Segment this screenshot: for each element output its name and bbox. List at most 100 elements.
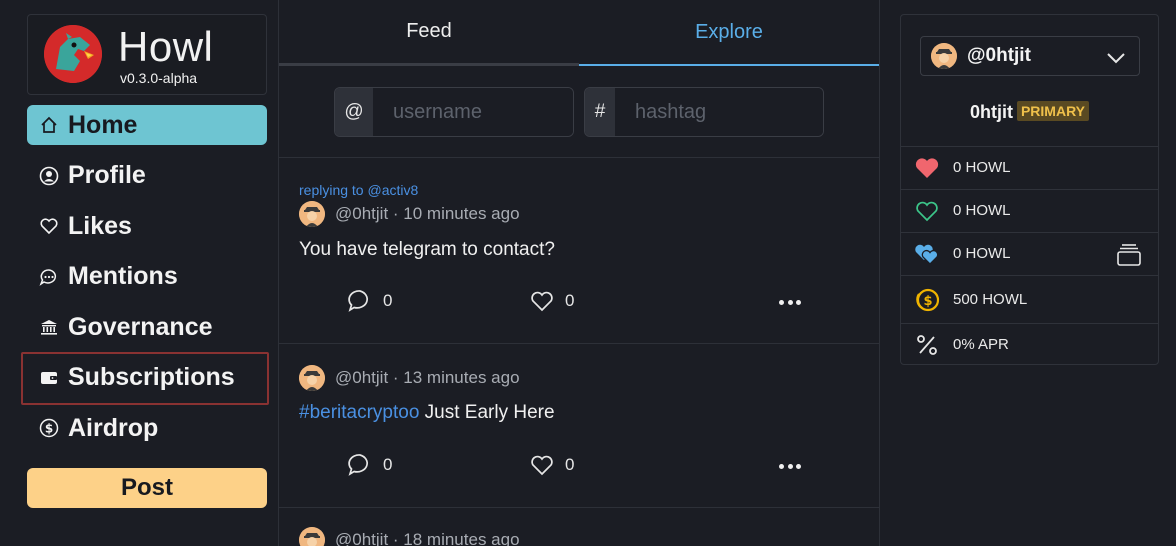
post-time: 18 minutes ago (403, 530, 520, 546)
post-time: 13 minutes ago (403, 368, 520, 387)
balance-row: 0 HOWL (901, 146, 1158, 188)
account-name: 0htjit (969, 102, 1013, 122)
balance-text: 0 HOWL (953, 202, 1011, 219)
nav-label-profile: Profile (68, 161, 146, 189)
brand-card[interactable]: Howl v0.3.0-alpha (27, 14, 267, 95)
svg-text:$: $ (923, 294, 932, 309)
chevron-down-icon (1107, 53, 1125, 64)
at-prefix: @ (335, 88, 373, 136)
svg-text:$: $ (45, 421, 53, 435)
coin-icon: $ (39, 418, 59, 438)
more-options-icon[interactable] (779, 300, 801, 306)
account-selector[interactable]: @0htjit (920, 36, 1140, 76)
comment-button[interactable]: 0 (347, 452, 392, 478)
more-options-icon[interactable] (779, 464, 801, 470)
tab-feed[interactable]: Feed (279, 0, 579, 66)
hashtag-search: # (584, 87, 824, 137)
balance-row: 0 HOWL (901, 232, 1158, 274)
post-content: #beritacryptoo Just Early Here (299, 402, 555, 424)
account-name-row: 0htjit PRIMARY (901, 101, 1158, 123)
balance-text: 500 HOWL (953, 291, 1028, 308)
heart-icon (531, 291, 553, 312)
home-icon (39, 115, 59, 135)
nav-item-mentions[interactable]: Mentions (27, 257, 267, 297)
comment-count: 0 (383, 291, 393, 310)
heart-outline-green-icon (913, 197, 941, 225)
feed-tabs: Feed Explore (279, 0, 879, 67)
comment-icon (348, 290, 368, 312)
user-circle-icon (39, 166, 59, 186)
post-meta: @0htjit · 10 minutes ago (299, 201, 520, 227)
nav-label-airdrop: Airdrop (68, 413, 159, 442)
balance-row: 0 HOWL (901, 189, 1158, 231)
stack-icon[interactable] (1116, 243, 1142, 267)
post-text: You have telegram to contact? (299, 239, 555, 260)
balance-text: 0 HOWL (953, 159, 1011, 176)
avatar[interactable] (299, 365, 325, 391)
like-count: 0 (565, 291, 575, 310)
nav-label-mentions: Mentions (68, 262, 178, 290)
nav-item-likes[interactable]: Likes (27, 206, 267, 246)
post-author[interactable]: @0htjit (335, 368, 388, 388)
hearts-blue-icon (913, 240, 941, 268)
meta-separator: · (388, 368, 404, 387)
post-author[interactable]: @0htjit (335, 204, 388, 224)
avatar[interactable] (299, 527, 325, 546)
username-input[interactable] (373, 88, 573, 136)
hash-prefix: # (585, 88, 615, 136)
hashtag-input[interactable] (615, 88, 823, 136)
tab-explore[interactable]: Explore (579, 0, 879, 66)
app-title: Howl (118, 23, 214, 70)
comment-button[interactable]: 0 (347, 288, 392, 314)
balance-text: 0 HOWL (953, 245, 1011, 262)
comment-icon (348, 454, 368, 476)
nav-item-profile[interactable]: Profile (27, 156, 267, 196)
nav-item-home[interactable]: Home (27, 105, 267, 145)
comment-count: 0 (383, 455, 393, 474)
post-actions: 0 0 (279, 288, 879, 318)
nav-item-airdrop[interactable]: $ Airdrop (27, 408, 267, 448)
percent-icon (913, 331, 941, 359)
like-button[interactable]: 0 (529, 452, 574, 478)
primary-badge: PRIMARY (1016, 101, 1090, 121)
account-panel: @0htjit 0htjit PRIMARY 0 HOWL 0 HOWL 0 HO… (900, 14, 1159, 365)
coins-gold-icon: $ (913, 286, 941, 314)
post-card[interactable]: @0htjit · 18 minutes ago (279, 508, 879, 546)
post-author[interactable]: @0htjit (335, 530, 388, 546)
nav-label-likes: Likes (68, 211, 132, 240)
post-meta: @0htjit · 13 minutes ago (299, 365, 520, 391)
post-time: 10 minutes ago (403, 204, 520, 223)
heart-outline-icon (39, 216, 59, 236)
apr-row: 0% APR (901, 323, 1158, 365)
post-text: Just Early Here (419, 402, 555, 423)
post-card[interactable]: @0htjit · 13 minutes ago #beritacryptoo … (279, 344, 879, 516)
apr-text: 0% APR (953, 336, 1009, 353)
wallet-icon (39, 368, 59, 388)
howl-logo (44, 25, 102, 83)
like-button[interactable]: 0 (529, 288, 574, 314)
nav-label-subscriptions: Subscriptions (68, 363, 235, 391)
nav-item-governance[interactable]: Governance (27, 307, 267, 347)
hashtag-link[interactable]: #beritacryptoo (299, 402, 419, 423)
post-actions: 0 0 (279, 452, 879, 482)
avatar (931, 43, 957, 69)
reply-to-link[interactable]: replying to @activ8 (299, 182, 418, 198)
username-search: @ (334, 87, 574, 137)
heart-icon (531, 455, 553, 476)
main-nav: Home Profile Likes Mentions Governance S… (27, 105, 267, 459)
post-button[interactable]: Post (27, 468, 267, 508)
selected-account: @0htjit (967, 45, 1031, 66)
post-content: You have telegram to contact? (299, 239, 555, 261)
app-version: v0.3.0-alpha (120, 70, 198, 86)
meta-separator: · (388, 204, 404, 223)
avatar[interactable] (299, 201, 325, 227)
bank-icon (39, 317, 59, 337)
post-card[interactable]: replying to @activ8 @0htjit · 10 minutes… (279, 158, 879, 343)
balance-row: $ 500 HOWL (901, 275, 1158, 323)
sidebar: Howl v0.3.0-alpha Home Profile Likes Men… (0, 0, 279, 546)
like-count: 0 (565, 455, 575, 474)
nav-label-governance: Governance (68, 312, 213, 341)
meta-separator: · (388, 530, 404, 546)
heart-filled-red-icon (913, 154, 941, 182)
nav-item-subscriptions[interactable]: Subscriptions (27, 358, 267, 398)
